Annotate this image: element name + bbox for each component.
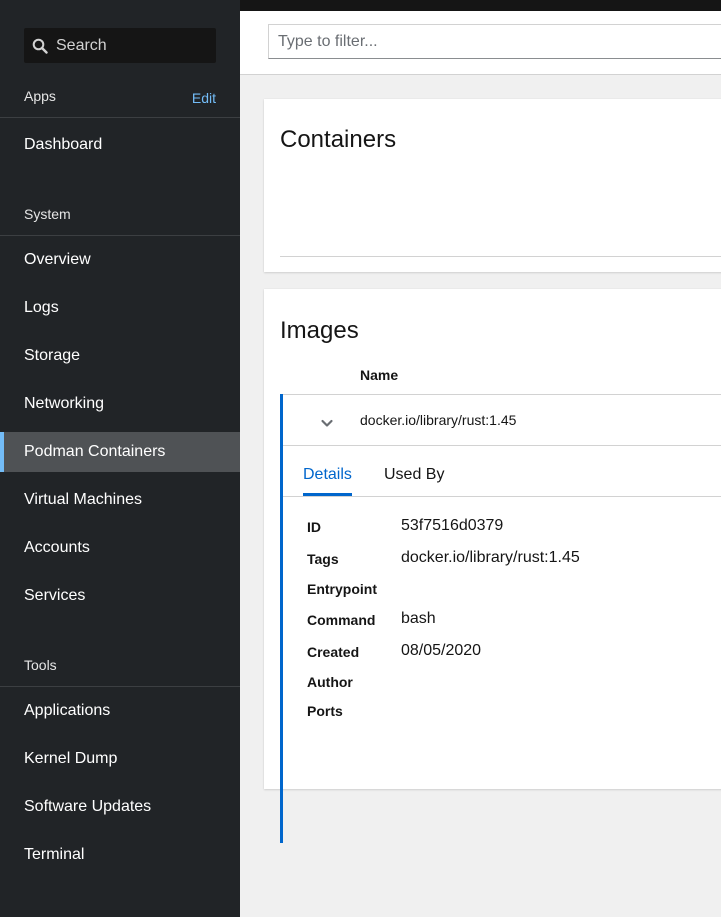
sidebar-item-podman-containers[interactable]: Podman Containers bbox=[0, 432, 240, 472]
sidebar-item-services[interactable]: Services bbox=[0, 576, 240, 616]
sidebar-item-networking[interactable]: Networking bbox=[0, 384, 240, 424]
sidebar-item-dashboard[interactable]: Dashboard bbox=[0, 125, 240, 165]
sidebar-item-label: Virtual Machines bbox=[24, 491, 142, 508]
sidebar-item-applications[interactable]: Applications bbox=[0, 691, 240, 731]
detail-command-label: Command bbox=[307, 612, 376, 628]
sidebar-item-label: Networking bbox=[24, 395, 105, 412]
detail-author-label: Author bbox=[307, 674, 353, 690]
sidebar-item-label: Terminal bbox=[24, 846, 85, 863]
tools-section-title: Tools bbox=[24, 657, 57, 673]
tools-section-header: Tools bbox=[0, 657, 240, 687]
detail-command: Command bash bbox=[307, 610, 721, 634]
search-icon bbox=[32, 38, 48, 54]
sidebar-item-label: Software Updates bbox=[24, 798, 152, 815]
sidebar-item-storage[interactable]: Storage bbox=[0, 336, 240, 376]
sidebar-item-label: Kernel Dump bbox=[24, 750, 118, 767]
sidebar-item-virtual-machines[interactable]: Virtual Machines bbox=[0, 480, 240, 520]
image-detail-tabs: Details Used By bbox=[283, 446, 721, 497]
detail-author: Author bbox=[307, 674, 721, 696]
chevron-down-icon[interactable] bbox=[319, 415, 335, 431]
detail-tags-value: docker.io/library/rust:1.45 bbox=[401, 549, 580, 566]
detail-ports-label: Ports bbox=[307, 703, 343, 719]
sidebar-item-label: Services bbox=[24, 587, 86, 604]
sidebar-item-accounts[interactable]: Accounts bbox=[0, 528, 240, 568]
detail-entrypoint-label: Entrypoint bbox=[307, 581, 377, 597]
apps-section-title: Apps bbox=[24, 88, 56, 104]
sidebar-search-label: Search bbox=[56, 36, 107, 54]
detail-created-value: 08/05/2020 bbox=[401, 642, 482, 659]
sidebar-item-overview[interactable]: Overview bbox=[0, 240, 240, 280]
sidebar-item-label: Applications bbox=[24, 702, 111, 719]
sidebar-item-terminal[interactable]: Terminal bbox=[0, 835, 240, 875]
sidebar-item-label: Logs bbox=[24, 299, 59, 316]
filter-input[interactable] bbox=[268, 24, 721, 59]
top-masthead bbox=[240, 0, 721, 11]
filter-toolbar bbox=[240, 11, 721, 75]
detail-tags: Tags docker.io/library/rust:1.45 bbox=[307, 549, 721, 573]
sidebar-item-label: Accounts bbox=[24, 539, 90, 556]
sidebar-item-label: Overview bbox=[24, 251, 91, 268]
image-row-expanded: docker.io/library/rust:1.45 Details Used… bbox=[280, 394, 721, 843]
detail-tags-label: Tags bbox=[307, 551, 339, 567]
detail-id-value: 53f7516d0379 bbox=[401, 517, 504, 534]
table-row[interactable]: docker.io/library/rust:1.45 bbox=[283, 394, 721, 446]
detail-command-value: bash bbox=[401, 610, 436, 627]
images-card: Images Name docker.io/library/rust:1.45 … bbox=[264, 289, 721, 843]
sidebar-item-label: Storage bbox=[24, 347, 81, 364]
sidebar-item-software-updates[interactable]: Software Updates bbox=[0, 787, 240, 827]
system-section-title: System bbox=[24, 206, 71, 222]
sidebar-item-label: Dashboard bbox=[24, 136, 103, 153]
containers-divider bbox=[280, 256, 721, 257]
containers-card-title: Containers bbox=[280, 126, 397, 153]
detail-id: ID 53f7516d0379 bbox=[307, 517, 721, 541]
detail-id-label: ID bbox=[307, 519, 321, 535]
detail-created: Created 08/05/2020 bbox=[307, 642, 721, 666]
detail-entrypoint: Entrypoint bbox=[307, 581, 721, 603]
containers-card: Containers bbox=[264, 99, 721, 272]
system-section-header: System bbox=[0, 206, 240, 236]
tab-used-by[interactable]: Used By bbox=[384, 466, 444, 484]
detail-created-label: Created bbox=[307, 644, 360, 660]
tab-details[interactable]: Details bbox=[303, 466, 352, 496]
sidebar-nav: Search Apps Edit Dashboard System Overvi… bbox=[0, 0, 240, 917]
image-name: docker.io/library/rust:1.45 bbox=[360, 412, 517, 428]
sidebar-item-logs[interactable]: Logs bbox=[0, 288, 240, 328]
detail-ports: Ports bbox=[307, 703, 721, 725]
apps-edit-link[interactable]: Edit bbox=[192, 90, 216, 106]
sidebar-search-button[interactable]: Search bbox=[24, 28, 216, 63]
sidebar-item-kernel-dump[interactable]: Kernel Dump bbox=[0, 739, 240, 779]
apps-section-header: Apps Edit bbox=[0, 88, 240, 118]
column-header-name[interactable]: Name bbox=[360, 367, 398, 383]
images-card-title: Images bbox=[280, 317, 359, 344]
sidebar-item-label: Podman Containers bbox=[24, 443, 166, 460]
